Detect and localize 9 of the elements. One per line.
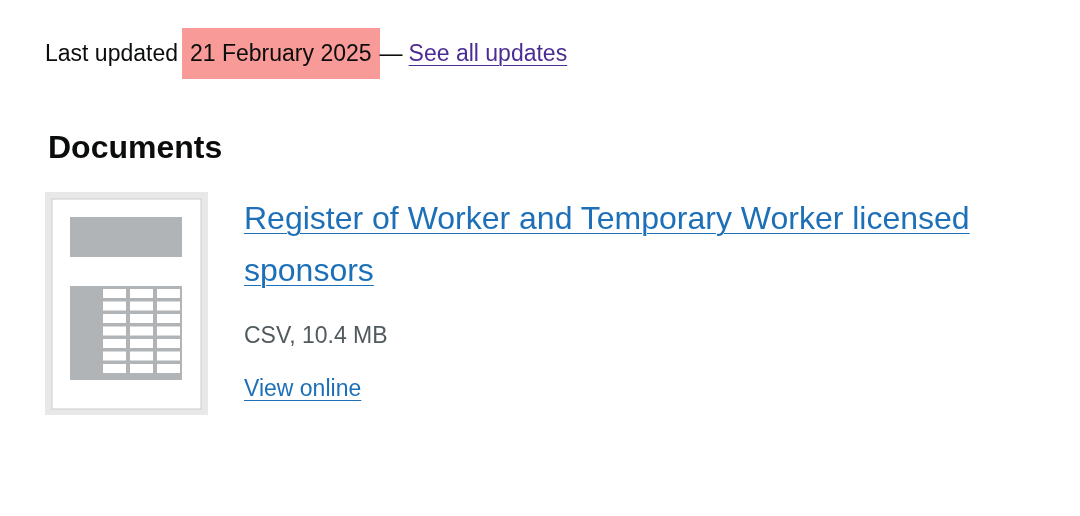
date-text: 21 February 2025 — [182, 28, 380, 79]
documents-heading: Documents — [48, 129, 224, 166]
file-info: CSV, 10.4 MB — [244, 322, 389, 349]
see-all-updates-link[interactable]: See all updates — [408, 40, 568, 67]
spreadsheet-thumbnail-icon — [45, 192, 208, 415]
document-title-link[interactable]: Register of Worker and Temporary Worker licensed sponsors — [244, 192, 984, 296]
last-updated-label: Last updated — [45, 40, 178, 67]
view-online-link[interactable]: View online — [244, 375, 362, 402]
separator: — — [379, 40, 403, 67]
